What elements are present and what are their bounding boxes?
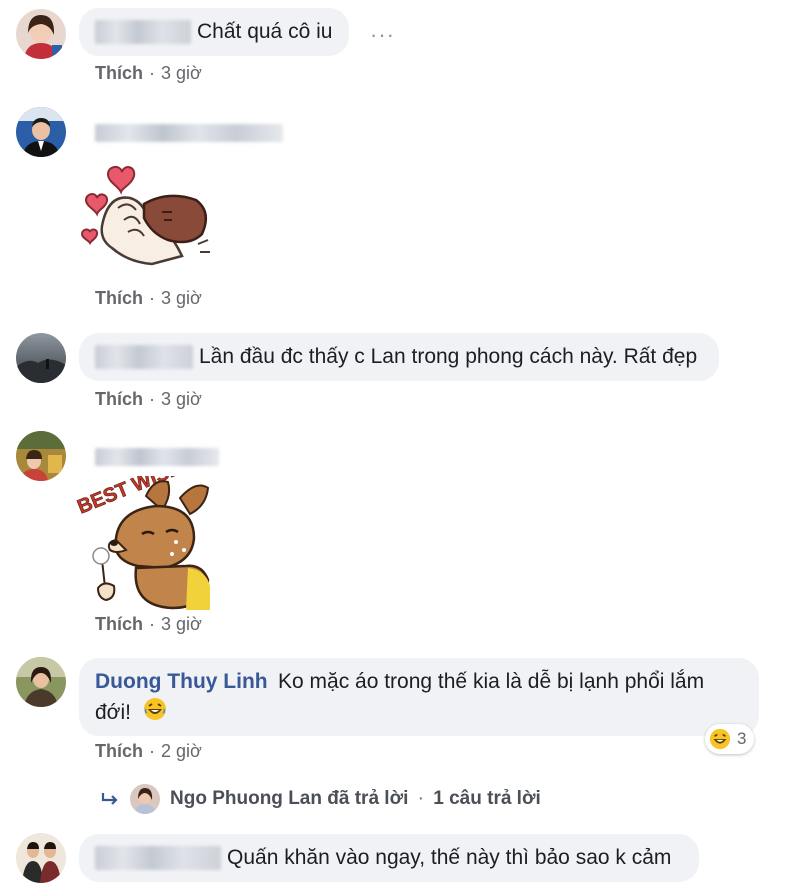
- separator: ·: [149, 741, 155, 761]
- blurred-name: [95, 846, 221, 870]
- laughing-emoji-icon: [143, 697, 167, 730]
- avatar[interactable]: [16, 833, 66, 883]
- comment-bubble: Quấn khăn vào ngay, thế này thì bảo sao …: [79, 834, 699, 882]
- like-link[interactable]: Thích: [95, 288, 143, 308]
- comment-text: Quấn khăn vào ngay, thế này thì bảo sao …: [227, 846, 672, 869]
- comment-bubble: Chất quá cô iu: [79, 8, 349, 56]
- avatar[interactable]: [16, 9, 66, 59]
- laughing-emoji-icon: [709, 728, 731, 750]
- blurred-name: [95, 448, 219, 466]
- sticker-best-wishes: BEST WISHES: [74, 446, 211, 610]
- comment-actions: Thích · 3 giờ: [95, 389, 202, 410]
- reaction-count: 3: [737, 729, 747, 748]
- comment-actions: Thích · 3 giờ: [95, 63, 202, 84]
- comment-actions: Thích · 3 giờ: [95, 614, 202, 635]
- like-link[interactable]: Thích: [95, 741, 143, 761]
- separator: ·: [149, 63, 155, 83]
- comment-text: Ko mặc áo trong thế kia là dễ bị lạnh ph…: [278, 670, 705, 693]
- blurred-name: [95, 124, 283, 142]
- separator: ·: [417, 788, 424, 809]
- view-replies-link[interactable]: Ngo Phuong Lan đã trả lời · 1 câu trả lờ…: [100, 784, 541, 814]
- avatar[interactable]: [16, 431, 66, 481]
- reply-author: Ngo Phuong Lan: [170, 788, 322, 809]
- like-link[interactable]: Thích: [95, 614, 143, 634]
- avatar[interactable]: [16, 333, 66, 383]
- reply-arrow-icon: [100, 791, 120, 807]
- comment-author[interactable]: Duong Thuy Linh: [95, 667, 268, 697]
- reply-action: đã trả lời: [327, 788, 409, 809]
- blurred-name: [95, 345, 193, 369]
- comment-actions: Thích · 2 giờ: [95, 741, 202, 762]
- reply-summary: Ngo Phuong Lan đã trả lời · 1 câu trả lờ…: [170, 788, 541, 810]
- more-options-icon[interactable]: ···: [370, 22, 395, 48]
- blurred-name: [95, 20, 191, 44]
- avatar[interactable]: [16, 107, 66, 157]
- timestamp[interactable]: 3 giờ: [161, 288, 202, 308]
- timestamp[interactable]: 3 giờ: [161, 63, 202, 83]
- comment-bubble: Lần đầu đc thấy c Lan trong phong cách n…: [79, 333, 719, 381]
- avatar[interactable]: [16, 657, 66, 707]
- like-link[interactable]: Thích: [95, 63, 143, 83]
- separator: ·: [149, 389, 155, 409]
- separator: ·: [149, 614, 155, 634]
- sticker-heart-hand: [78, 160, 212, 272]
- reply-count: 1 câu trả lời: [433, 788, 541, 809]
- like-link[interactable]: Thích: [95, 389, 143, 409]
- reaction-count-badge[interactable]: 3: [705, 724, 755, 754]
- timestamp[interactable]: 3 giờ: [161, 614, 202, 634]
- timestamp[interactable]: 2 giờ: [161, 741, 202, 761]
- avatar: [130, 784, 160, 814]
- comment-text-line2: đới!: [95, 697, 167, 730]
- comment-text: Chất quá cô iu: [197, 20, 333, 43]
- timestamp[interactable]: 3 giờ: [161, 389, 202, 409]
- comment-bubble: Duong Thuy Linh Ko mặc áo trong thế kia …: [79, 658, 759, 736]
- comment-text: Lần đầu đc thấy c Lan trong phong cách n…: [199, 345, 698, 368]
- comment-actions: Thích · 3 giờ: [95, 288, 202, 309]
- separator: ·: [149, 288, 155, 308]
